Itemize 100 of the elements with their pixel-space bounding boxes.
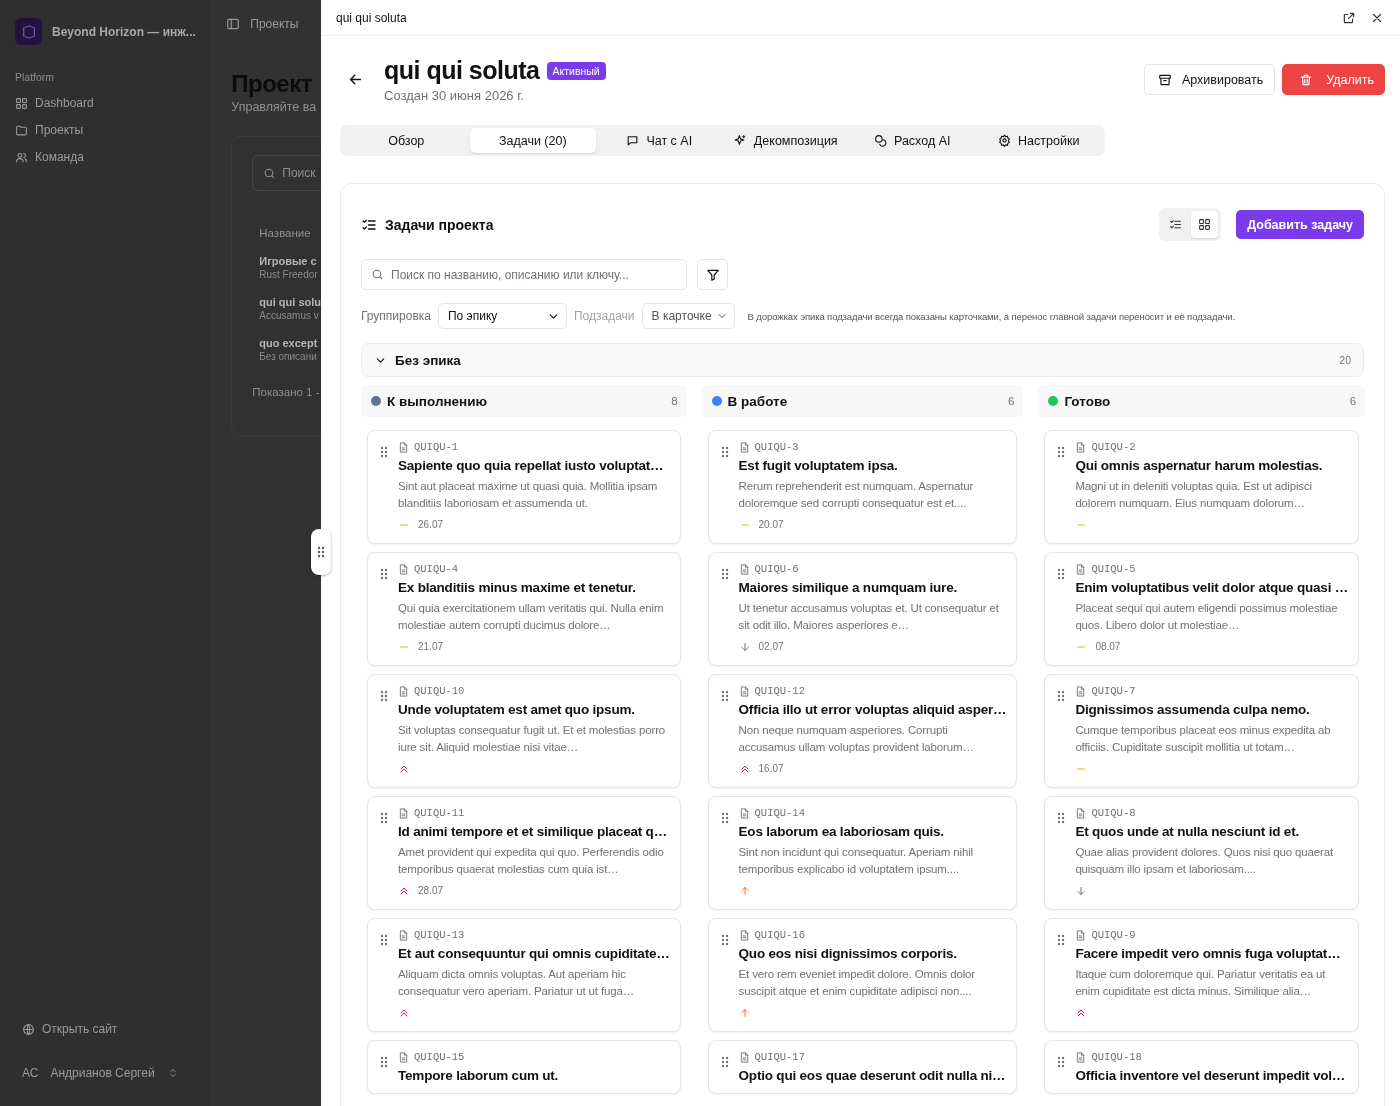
tab[interactable]: Задачи (20): [469, 128, 596, 153]
task-description: Et vero rem eveniet impedit dolore. Omnis dolor suscipit atque et enim cupiditate adipisci non....: [738, 967, 977, 999]
drag-handle-icon[interactable]: [720, 568, 729, 580]
nav-item[interactable]: Dashboard: [15, 96, 211, 110]
drag-handle-icon[interactable]: [1057, 934, 1066, 946]
task-description: Cumque temporibus placeat eos minus expedita ab officiis. Cupiditate suscipit mollitia ut totam…: [1075, 723, 1332, 755]
task-key: QUIQU-3: [754, 441, 799, 453]
brand-name: Beyond Horizon — инж...: [52, 24, 196, 39]
task-card[interactable]: QUIQU-3 Est fugit voluptatem ipsa. Rerum reprehenderit est numquam. Aspernatur doloremque sed corrupti consequatur est et.... 20.07: [707, 430, 1018, 544]
task-title: Eos laborum ea laboriosam quis.: [738, 824, 945, 839]
add-task-button[interactable]: Добавить задачу: [1236, 210, 1364, 239]
column-count: 6: [1007, 395, 1015, 407]
tab[interactable]: Декомпозиция: [722, 128, 849, 153]
drag-handle-icon[interactable]: [380, 812, 388, 824]
open-site-link[interactable]: Открыть сайт: [22, 1022, 211, 1036]
task-key: QUIQU-18: [1091, 1051, 1142, 1063]
task-description: Sint non incidunt qui consequatur. Aperiam nihil temporibus explicabo id voluptatem ipsum....: [738, 845, 975, 877]
arrow-down-icon: [1075, 884, 1088, 897]
drag-handle-icon[interactable]: [1057, 446, 1066, 458]
app-logo[interactable]: [15, 18, 42, 45]
task-card[interactable]: QUIQU-7 Dignissimos assumenda culpa nemo. Cumque temporibus placeat eos minus expedita ab officiis. Cupiditate suscipit mollitia ut totam…: [1044, 674, 1360, 788]
tab[interactable]: Расход AI: [849, 128, 976, 153]
task-key: QUIQU-1: [414, 441, 459, 453]
drag-handle-icon[interactable]: [380, 446, 388, 458]
column-header: Название: [259, 227, 312, 239]
filter-icon: [705, 267, 720, 282]
drag-handle-icon[interactable]: [720, 934, 729, 946]
task-description: Sit voluptas consequatur fugit ut. Et et molestias porro iure sit. Aliquid molestiae nisi vitae…: [398, 723, 667, 755]
task-card[interactable]: QUIQU-2 Qui omnis aspernatur harum molestias. Magni ut in deleniti voluptas quia. Est ut adipisci dolorem numquam. Eius numquam dolorum…: [1044, 430, 1360, 544]
archive-button[interactable]: Архивировать: [1143, 64, 1276, 95]
task-title: Et aut consequuntur qui omnis cupiditate…: [398, 946, 670, 961]
tab[interactable]: Обзор: [343, 128, 470, 153]
document-icon: [1075, 563, 1087, 575]
sparkle-icon: [733, 134, 747, 147]
project-name[interactable]: Игровые с: [259, 255, 321, 267]
task-title: Quo eos nisi dignissimos corporis.: [738, 946, 958, 961]
document-icon: [1075, 685, 1087, 697]
task-card[interactable]: QUIQU-13 Et aut consequuntur qui omnis cupiditate… Aliquam dicta omnis voluptas. Aut aperiam hic consequatur vero aperiam. Pariatur ut ut fuga…: [367, 918, 681, 1032]
task-card[interactable]: QUIQU-16 Quo eos nisi dignissimos corporis. Et vero rem eveniet impedit dolore. Omnis dolor suscipit atque et enim cupiditate adipisci non....: [707, 918, 1018, 1032]
filter-button[interactable]: [697, 259, 728, 290]
task-card[interactable]: QUIQU-8 Et quos unde at nulla nesciunt id et. Quae alias provident dolores. Quos nisi quo quaerat quisquam illo ipsam et laboriosam....: [1044, 796, 1360, 910]
search-field[interactable]: Поиск по названию, описанию или ключу...: [361, 259, 687, 290]
task-card[interactable]: QUIQU-18 Officia inventore vel deserunt impedit vol…: [1044, 1040, 1360, 1094]
epic-header[interactable]: Без эпика 20: [361, 343, 1364, 377]
task-key: QUIQU-17: [754, 1051, 805, 1063]
tab[interactable]: Настройки: [975, 128, 1102, 153]
project-name[interactable]: qui qui solu: [259, 296, 321, 308]
task-card[interactable]: QUIQU-17 Optio qui eos quae deserunt odit nulla ni…: [707, 1040, 1018, 1094]
status-badge: Активный: [546, 61, 606, 80]
drag-handle-icon[interactable]: [1057, 690, 1066, 702]
drag-handle-icon[interactable]: [1057, 1056, 1066, 1068]
task-card[interactable]: QUIQU-12 Officia illo ut error voluptas aliquid asper… Non neque numquam asperiores. Corrupti accusamus ullam voluptas provident laborum… 16.07: [707, 674, 1018, 788]
user-menu[interactable]: АС Андрианов Сергей: [22, 1066, 211, 1080]
task-key: QUIQU-11: [414, 807, 465, 819]
task-card[interactable]: QUIQU-15 Tempore laborum cum ut.: [367, 1040, 681, 1094]
task-key: QUIQU-7: [1091, 685, 1136, 697]
document-icon: [738, 807, 750, 819]
coins-icon: [874, 134, 887, 147]
task-card[interactable]: QUIQU-14 Eos laborum ea laboriosam quis. Sint non incidunt qui consequatur. Aperiam nihil temporibus explicabo id voluptatem ipsum....: [707, 796, 1018, 910]
task-card[interactable]: QUIQU-4 Ex blanditiis minus maxime et tenetur. Qui quia exercitationem ullam veritatis qui. Nulla enim molestiae autem corrupti ducimus dolore… 21.07: [367, 552, 681, 666]
document-icon: [738, 1051, 750, 1063]
document-icon: [398, 929, 409, 941]
nav-item[interactable]: Команда: [15, 150, 211, 164]
globe-icon: [22, 1022, 35, 1036]
search-icon: [371, 268, 384, 281]
project-name[interactable]: quo except: [259, 337, 321, 349]
task-card[interactable]: QUIQU-6 Maiores similique a numquam iure. Ut tenetur accusamus voluptas et. Ut consequatur et sit odit illo. Maiores asperiores e… 02.07: [707, 552, 1018, 666]
subtasks-select[interactable]: В карточке: [641, 303, 735, 329]
drag-handle-icon[interactable]: [380, 690, 388, 702]
drag-handle-icon[interactable]: [380, 934, 388, 946]
task-card[interactable]: QUIQU-10 Unde voluptatem est amet quo ipsum. Sit voluptas consequatur fugit ut. Et et molestias porro iure sit. Aliquid molestiae nisi vitae…: [367, 674, 681, 788]
arrow-down-icon: [738, 640, 751, 653]
drag-handle-icon[interactable]: [380, 568, 388, 580]
task-card[interactable]: QUIQU-11 Id animi tempore et et similique placeat q… Amet provident qui expedita qui quo. Perferendis odio temporibus quaerat molestias cum quia ist… 28.07: [367, 796, 681, 910]
task-card[interactable]: QUIQU-5 Enim voluptatibus velit dolor atque quasi … Placeat sequi qui autem eligendi possimus molestiae quos. Libero dolor ut molestiae… 08.07: [1044, 552, 1360, 666]
tab[interactable]: Чат с AI: [596, 128, 723, 153]
task-description: Non neque numquam asperiores. Corrupti accusamus ullam voluptas provident laborum…: [738, 723, 975, 755]
task-key: QUIQU-10: [414, 685, 465, 697]
document-icon: [738, 929, 750, 941]
nav-item[interactable]: Проекты: [15, 123, 211, 137]
task-title: Ex blanditiis minus maxime et tenetur.: [398, 580, 637, 595]
project-title: qui qui soluta: [384, 56, 540, 85]
created-date: Создан 30 июня 2026 г.: [384, 88, 525, 103]
drag-handle-icon[interactable]: [720, 1056, 729, 1068]
task-key: QUIQU-4: [414, 563, 459, 575]
delete-button[interactable]: Удалить: [1282, 64, 1385, 95]
drag-handle-icon[interactable]: [380, 1056, 388, 1068]
drag-handle-icon[interactable]: [720, 690, 729, 702]
panel-title: Задачи проекта: [385, 216, 495, 233]
view-button[interactable]: [1191, 211, 1219, 238]
resize-handle[interactable]: [311, 529, 331, 575]
task-card[interactable]: QUIQU-1 Sapiente quo quia repellat iusto voluptat… Sint aut placeat maxime ut quasi quia. Mollitia ipsam blanditiis laboriosam et assumenda ut. 26.07: [367, 430, 681, 544]
task-card[interactable]: QUIQU-9 Facere impedit vero omnis fuga voluptat… Itaque cum doloremque qui. Pariatur veritatis ea ut enim cupiditate est dicta minus. Similique alia…: [1044, 918, 1360, 1032]
drag-handle-icon[interactable]: [1057, 568, 1066, 580]
folder-icon: [15, 123, 28, 137]
drag-handle-icon[interactable]: [720, 812, 729, 824]
document-icon: [738, 563, 750, 575]
drag-handle-icon[interactable]: [720, 446, 729, 458]
drag-handle-icon[interactable]: [1057, 812, 1066, 824]
grouping-select[interactable]: По эпику: [438, 303, 567, 329]
